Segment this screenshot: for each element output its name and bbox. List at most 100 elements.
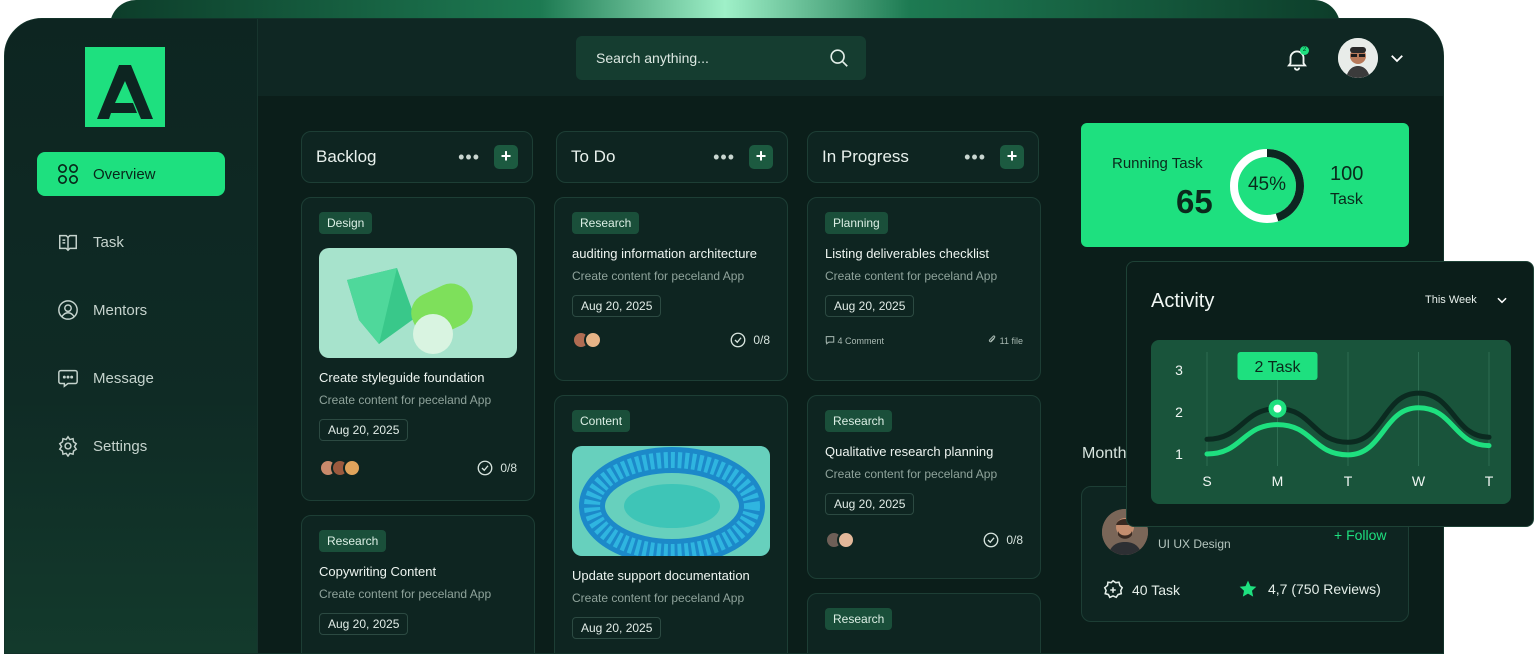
more-icon[interactable]: ••• [964, 147, 986, 168]
activity-chart-svg: 1 2 3 S M T W T 2 Task [1175, 352, 1494, 489]
add-task-button[interactable]: + [494, 145, 518, 169]
more-icon[interactable]: ••• [458, 147, 480, 168]
avatar [584, 331, 602, 349]
sidebar-item-message[interactable]: Message [37, 356, 225, 400]
task-subtitle: Create content for peceland App [825, 467, 998, 481]
task-tag: Research [825, 608, 893, 630]
logo-icon [85, 47, 165, 127]
user-circle-icon [58, 300, 78, 320]
task-tag: Research [319, 530, 387, 552]
assignee-avatars [319, 459, 361, 477]
notification-button[interactable]: 2 [1284, 46, 1310, 72]
comment-count[interactable]: 4 Comment [825, 335, 884, 346]
task-tag: Research [572, 212, 640, 234]
sidebar-item-mentors[interactable]: Mentors [37, 288, 225, 332]
task-subtitle: Create content for peceland App [572, 269, 745, 283]
task-card[interactable]: Content Update support documentation Cre… [554, 395, 788, 653]
task-card[interactable]: Research Qualitative research planning C… [807, 395, 1041, 579]
task-card[interactable]: Design Create styleguide foundation Crea… [301, 197, 535, 501]
running-task-label: Running Task [1112, 155, 1203, 172]
task-card[interactable]: Research [807, 593, 1041, 653]
task-tag: Research [825, 410, 893, 432]
mentor-role: UI UX Design [1158, 537, 1231, 551]
y-tick-label: 2 [1175, 404, 1183, 420]
card-image-shapes [319, 248, 517, 358]
add-task-button[interactable]: + [749, 145, 773, 169]
task-title: Qualitative research planning [825, 444, 994, 459]
column-title: In Progress [822, 147, 909, 166]
column-header-backlog: Backlog ••• + [301, 131, 533, 183]
task-subtitle: Create content for peceland App [319, 393, 492, 407]
running-task-value: 65 [1176, 183, 1213, 220]
x-tick-label: T [1485, 473, 1494, 489]
task-date: Aug 20, 2025 [319, 613, 409, 635]
star-icon [1239, 580, 1257, 597]
column-title: Backlog [316, 147, 377, 166]
card-image-spiral [572, 446, 770, 556]
x-tick-label: S [1202, 473, 1211, 489]
book-icon [59, 234, 77, 252]
x-tick-label: T [1344, 473, 1353, 489]
checklist-progress: 0/8 [982, 531, 1023, 549]
task-card[interactable]: Planning Listing deliverables checklist … [807, 197, 1041, 381]
avatar [343, 459, 361, 477]
comment-count-text: 4 Comment [837, 336, 885, 346]
running-task-total-label: Task [1330, 191, 1363, 208]
task-card[interactable]: Research Copywriting Content Create cont… [301, 515, 535, 653]
user-avatar[interactable] [1338, 38, 1378, 78]
x-tick-label: W [1412, 473, 1426, 489]
paperclip-icon [989, 335, 996, 343]
checklist-progress: 0/8 [476, 459, 517, 477]
tooltip-label: 2 Task [1255, 359, 1302, 376]
checklist-progress: 0/8 [729, 331, 770, 349]
search-placeholder: Search anything... [596, 50, 709, 66]
task-card[interactable]: Research auditing information architectu… [554, 197, 788, 381]
checklist-count: 0/8 [753, 333, 770, 347]
check-circle-icon [730, 332, 746, 348]
sidebar-item-label: Message [93, 369, 154, 387]
chevron-down-icon[interactable] [1388, 49, 1406, 67]
search-icon[interactable] [828, 47, 850, 69]
more-icon[interactable]: ••• [713, 147, 735, 168]
period-dropdown[interactable]: This Week [1425, 294, 1477, 306]
task-tag: Design [319, 212, 373, 234]
message-icon [58, 369, 78, 388]
sidebar-nav: Overview Task Mentors Message Settings [37, 152, 225, 492]
sidebar-item-label: Task [93, 233, 124, 251]
chevron-down-icon[interactable] [1495, 293, 1509, 307]
column-header-todo: To Do ••• + [556, 131, 788, 183]
add-task-button[interactable]: + [1000, 145, 1024, 169]
mentor-rating: 4,7 (750 Reviews) [1238, 579, 1381, 599]
highlight-point-center [1273, 404, 1282, 413]
running-task-percent: 45% [1247, 174, 1287, 195]
sidebar-item-task[interactable]: Task [37, 220, 225, 264]
task-date: Aug 20, 2025 [825, 295, 915, 317]
checklist-count: 0/8 [500, 461, 517, 475]
column-title: To Do [571, 147, 616, 166]
grid-icon [58, 164, 78, 184]
gear-icon [58, 435, 78, 457]
y-tick-label: 3 [1175, 362, 1183, 378]
assignee-avatars [572, 331, 602, 349]
activity-chart: 1 2 3 S M T W T 2 Task [1151, 340, 1511, 504]
task-title: Listing deliverables checklist [825, 246, 990, 261]
top-bar: Search anything... 2 [258, 19, 1443, 96]
checklist-count: 0/8 [1006, 533, 1023, 547]
user-avatar-image [1338, 38, 1378, 78]
task-badge-icon [1103, 579, 1124, 599]
check-circle-icon [983, 532, 999, 548]
check-circle-icon [477, 460, 493, 476]
task-subtitle: Create content for peceland App [319, 587, 492, 601]
sidebar-item-settings[interactable]: Settings [37, 424, 225, 468]
assignee-avatars [825, 531, 855, 549]
task-subtitle: Create content for peceland App [572, 591, 745, 605]
task-tag: Content [572, 410, 631, 432]
activity-title: Activity [1151, 290, 1215, 312]
task-date: Aug 20, 2025 [572, 295, 662, 317]
search-input[interactable]: Search anything... [576, 36, 866, 80]
file-count-text: 11 file [999, 336, 1023, 346]
follow-button[interactable]: + Follow [1334, 527, 1387, 543]
sidebar-item-overview[interactable]: Overview [37, 152, 225, 196]
file-count[interactable]: 11 file [987, 335, 1023, 346]
sidebar: Overview Task Mentors Message Settings [5, 19, 258, 653]
